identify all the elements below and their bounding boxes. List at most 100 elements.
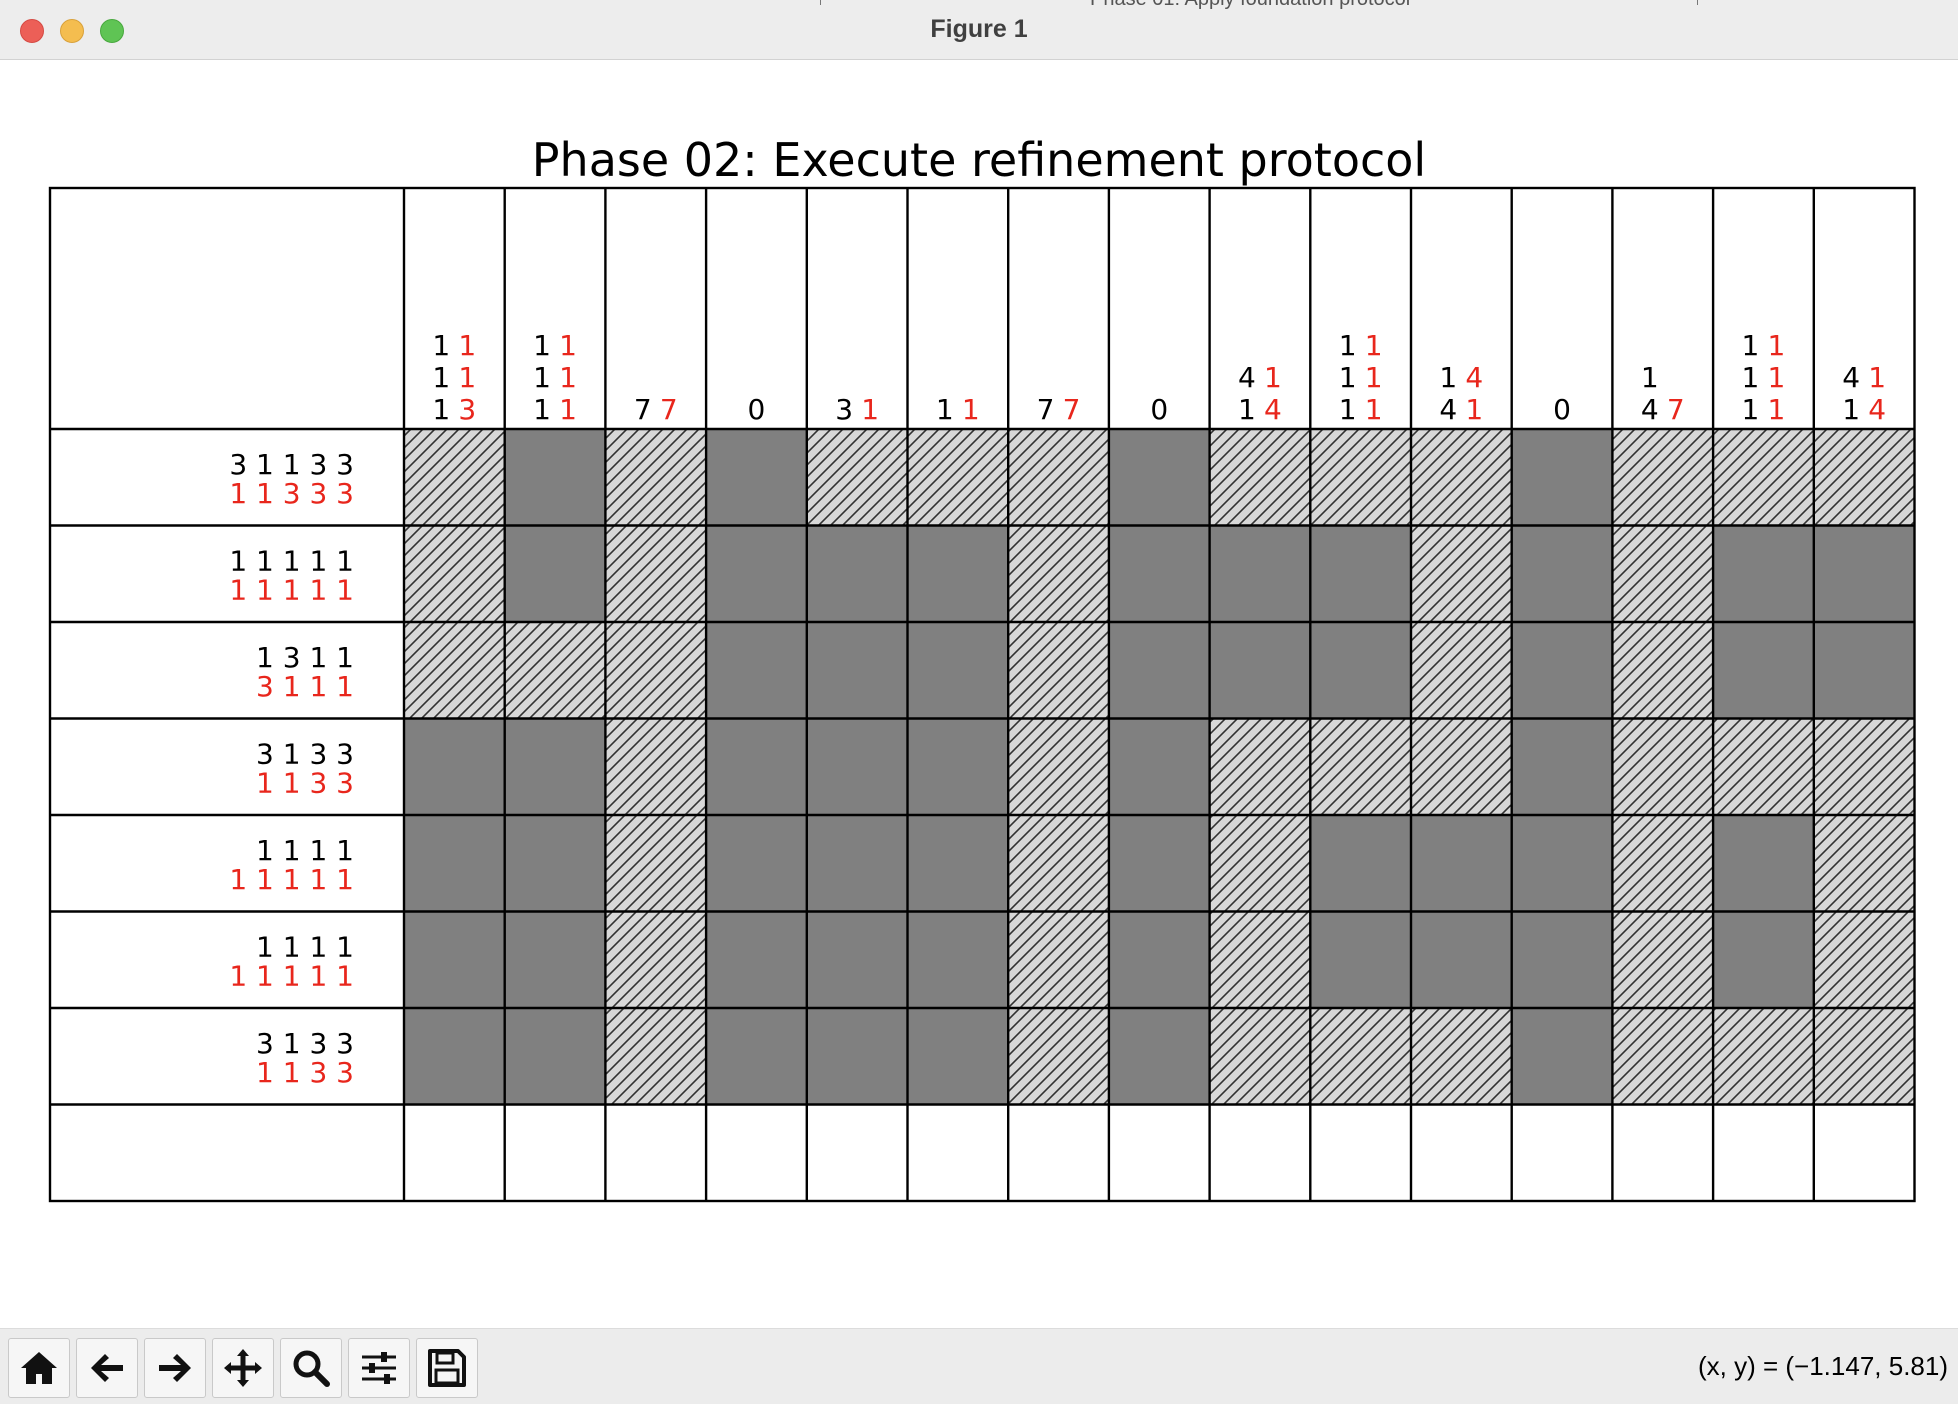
filled-cell (806, 815, 908, 912)
back-button[interactable] (76, 1338, 138, 1398)
column-clue-alt: 1 (1264, 361, 1282, 394)
column-clue: 1 (432, 393, 450, 426)
column-clue-alt: 1 (458, 361, 476, 394)
column-clue: 1 (1742, 361, 1760, 394)
column-clue: 3 (835, 393, 853, 426)
column-clue-alt: 1 (1365, 393, 1383, 426)
filled-cell (1511, 815, 1613, 912)
cell-hatch (1813, 429, 1915, 526)
filled-cell (504, 718, 606, 815)
cell-hatch (605, 911, 707, 1008)
column-clue: 1 (432, 329, 450, 362)
filled-cell (1108, 525, 1210, 622)
filled-cell (404, 718, 505, 815)
cell-hatch (605, 622, 707, 719)
column-clue-alt: 1 (962, 393, 980, 426)
cell-hatch (1813, 815, 1915, 912)
column-clue-alt: 1 (559, 329, 577, 362)
column-clue: 1 (1339, 393, 1357, 426)
forward-button[interactable] (144, 1338, 206, 1398)
column-clue: 0 (1150, 393, 1168, 426)
save-button[interactable] (416, 1338, 478, 1398)
column-clue-alt: 1 (1365, 361, 1383, 394)
cell-hatch (1411, 622, 1512, 719)
cell-hatch (1310, 1008, 1411, 1105)
column-clue-alt: 1 (1868, 361, 1886, 394)
filled-cell (1310, 622, 1411, 719)
cell-hatch (1008, 1008, 1109, 1105)
cell-hatch (806, 429, 908, 526)
column-clue: 1 (936, 393, 954, 426)
figure-canvas[interactable]: Phase 02: Execute refinement protocol 11… (0, 60, 1958, 1328)
window-title: Figure 1 (930, 15, 1028, 43)
cell-hatch (1612, 911, 1714, 1008)
filled-cell (1108, 815, 1210, 912)
column-clue: 1 (533, 393, 551, 426)
window-titlebar: Phase 01: Apply foundation protocol Figu… (0, 0, 1958, 60)
cell-hatch (1310, 718, 1411, 815)
filled-cell (1713, 815, 1814, 912)
magnifier-icon (293, 1350, 330, 1387)
filled-cell (1108, 911, 1210, 1008)
cell-hatch (1612, 815, 1714, 912)
cursor-coordinates: (x, y) = (−1.147, 5.81) (1697, 1351, 1948, 1381)
filled-cell (806, 525, 908, 622)
cell-hatch (1411, 718, 1512, 815)
filled-cell (1511, 911, 1613, 1008)
cell-hatch (605, 815, 707, 912)
column-clue-alt: 1 (1768, 361, 1786, 394)
row-clue-alt: 1 1 1 1 1 (229, 574, 354, 607)
row-clue-alt: 1 1 3 3 3 (229, 477, 354, 510)
column-clue-alt: 4 (1868, 393, 1886, 426)
home-icon (21, 1352, 57, 1384)
filled-cell (504, 1008, 606, 1105)
cell-hatch (1008, 429, 1109, 526)
cell-hatch (1310, 429, 1411, 526)
filled-cell (706, 429, 807, 526)
floppy-disk-icon (428, 1349, 466, 1387)
filled-cell (806, 911, 908, 1008)
column-clue-alt: 3 (458, 393, 476, 426)
column-clue-alt: 1 (1465, 393, 1483, 426)
cell-hatch (1813, 1008, 1915, 1105)
zoom-button[interactable] (280, 1338, 342, 1398)
background-window-title: Phase 01: Apply foundation protocol (1090, 0, 1410, 11)
column-clue-alt: 4 (1264, 393, 1282, 426)
filled-cell (1108, 622, 1210, 719)
configure-subplots-button[interactable] (348, 1338, 410, 1398)
column-clue-alt: 1 (1768, 393, 1786, 426)
column-clue-alt: 1 (861, 393, 879, 426)
move-icon (224, 1349, 262, 1387)
filled-cell (907, 815, 1009, 912)
cell-hatch (1209, 429, 1311, 526)
background-window-edge (1697, 0, 1698, 5)
home-button[interactable] (8, 1338, 70, 1398)
column-clue-alt: 1 (1365, 329, 1383, 362)
column-clue-alt: 7 (1063, 393, 1081, 426)
filled-cell (1310, 911, 1411, 1008)
filled-cell (806, 622, 908, 719)
column-clue: 1 (432, 361, 450, 394)
column-clue-alt: 1 (559, 393, 577, 426)
column-clue: 7 (634, 393, 652, 426)
cell-hatch (404, 622, 505, 719)
column-clue: 1 (1238, 393, 1256, 426)
filled-cell (1713, 911, 1814, 1008)
filled-cell (907, 718, 1009, 815)
filled-cell (1511, 718, 1613, 815)
cell-hatch (1612, 718, 1714, 815)
nonogram-grid: 1 11 11 31 11 11 1 7 7 0 3 1 1 1 7 7 04 11 41 11 11 11 44 1 014 7… (48, 186, 1916, 1203)
cell-hatch (404, 429, 505, 526)
filled-cell (1511, 622, 1613, 719)
column-clue: 4 (1238, 361, 1256, 394)
column-clue-alt: 4 (1465, 361, 1483, 394)
cell-hatch (1713, 429, 1814, 526)
pan-button[interactable] (212, 1338, 274, 1398)
filled-cell (504, 815, 606, 912)
filled-cell (1310, 525, 1411, 622)
cell-hatch (1713, 718, 1814, 815)
cell-hatch (1008, 815, 1109, 912)
cell-hatch (605, 429, 707, 526)
column-clue: 4 (1641, 393, 1659, 426)
filled-cell (1713, 525, 1814, 622)
